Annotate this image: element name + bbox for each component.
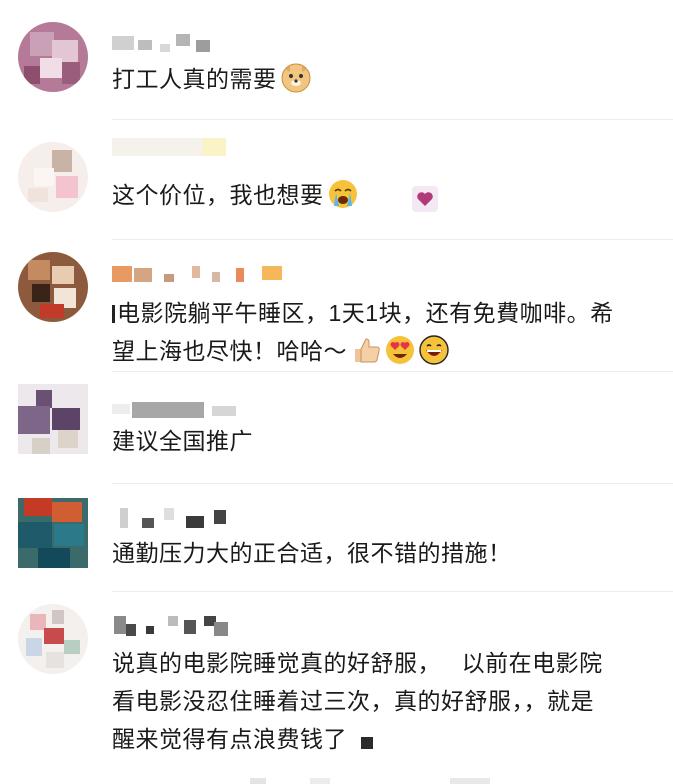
- comment-item: 说真的电影院睡觉真的好舒服， 以前在电影院 看电影没忍住睡着过三次，真的好舒服，…: [0, 592, 673, 784]
- censor-block: [361, 737, 373, 749]
- comment-text-line: 看电影没忍住睡着过三次，真的好舒服，，就是: [112, 688, 594, 714]
- comment-item: 这个价位，我也想要: [0, 120, 673, 240]
- doge-icon: [281, 63, 311, 93]
- heart-sticker-icon: [412, 186, 438, 212]
- comment-text-line: 说真的电影院睡觉真的好舒服， 以前在电影院: [112, 650, 603, 676]
- avatar[interactable]: [18, 498, 88, 568]
- heart-eyes-icon: [385, 335, 415, 365]
- comment-text: 电影院躺平午睡区，1天1块，还有免費咖啡。希 望上海也尽快！哈哈～: [112, 294, 657, 370]
- comment-item: 电影院躺平午睡区，1天1块，还有免費咖啡。希 望上海也尽快！哈哈～: [0, 240, 673, 372]
- comment-text-line: 望上海也尽快！哈哈～: [112, 338, 347, 364]
- comment-text: 通勤压力大的正合适，很不错的措施！: [112, 534, 657, 572]
- avatar[interactable]: [18, 252, 88, 322]
- comment-item: 建议全国推广: [0, 372, 673, 484]
- comment-text-line: 通勤压力大的正合适，很不错的措施！: [112, 540, 512, 566]
- comment-text: 打工人真的需要: [112, 60, 657, 98]
- avatar[interactable]: [18, 142, 88, 212]
- comment-text: 这个价位，我也想要: [112, 176, 657, 214]
- username[interactable]: [112, 30, 222, 56]
- comment-text-line: 醒来觉得有点浪费钱了: [112, 726, 347, 752]
- next-comment-partial: [250, 778, 510, 784]
- thumbs-up-icon: [351, 335, 381, 365]
- comment-text-line: 这个价位，我也想要: [112, 182, 324, 208]
- username[interactable]: [112, 506, 252, 532]
- avatar[interactable]: [18, 604, 88, 674]
- comment-item: 通勤压力大的正合适，很不错的措施！: [0, 484, 673, 592]
- comment-list: 打工人真的需要 这个价位，我也想要 电影院躺平午睡区，1天1块，还有免費咖啡。希…: [0, 0, 673, 784]
- avatar[interactable]: [18, 22, 88, 92]
- comment-text: 建议全国推广: [112, 422, 657, 460]
- crying-face-icon: [328, 179, 358, 209]
- comment-text-line: 打工人真的需要: [112, 66, 277, 92]
- grinning-face-icon: [419, 335, 449, 365]
- avatar[interactable]: [18, 384, 88, 454]
- username[interactable]: [112, 138, 232, 164]
- comment-text: 说真的电影院睡觉真的好舒服， 以前在电影院 看电影没忍住睡着过三次，真的好舒服，…: [112, 644, 657, 758]
- username[interactable]: [112, 396, 252, 422]
- username[interactable]: [112, 614, 242, 640]
- username[interactable]: [112, 262, 312, 288]
- text-cursor-mark: [112, 305, 115, 323]
- comment-text-line: 建议全国推广: [112, 428, 253, 454]
- comment-item: 打工人真的需要: [0, 0, 673, 120]
- comment-text-line: 电影院躺平午睡区，1天1块，还有免費咖啡。希: [117, 300, 614, 326]
